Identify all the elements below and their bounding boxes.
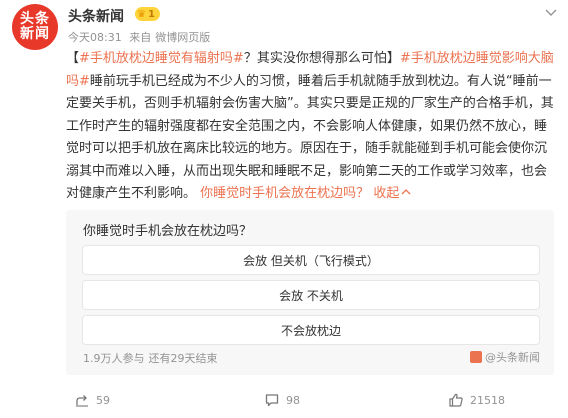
post-body: 睡前玩手机已经成为不少人的习惯，睡着后手机就随手放到枕边。有人说“睡前一定要关手… — [66, 73, 554, 202]
post-time[interactable]: 今天08:31 — [68, 31, 122, 44]
poll-source[interactable]: @头条新闻 — [470, 349, 540, 365]
post-content: 【#手机放枕边睡觉有辐射吗#？其实没你想得那么可怕】#手机放枕边睡觉影响大脑吗#… — [66, 48, 558, 206]
repost-button[interactable]: 59 — [74, 392, 110, 408]
poll-source-name: @头条新闻 — [485, 351, 540, 364]
source-logo-icon — [470, 351, 482, 363]
thumbs-up-icon — [449, 393, 463, 407]
avatar[interactable]: 头条 新闻 — [12, 4, 58, 50]
poll-participants: 1.9万人参与 — [83, 352, 145, 365]
poll-link[interactable]: 你睡觉时手机会放在枕边吗？ — [200, 186, 369, 201]
crown-icon: ♛ — [137, 8, 146, 20]
post-source-prefix: 来自 — [129, 31, 152, 44]
poll-stats: 1.9万人参与 还有29天结束 — [83, 350, 222, 366]
chevron-down-icon[interactable] — [544, 6, 558, 20]
chevron-up-icon — [401, 189, 411, 195]
repost-icon — [76, 395, 88, 407]
bracket-open: 【 — [66, 51, 80, 66]
comment-icon — [265, 394, 279, 407]
avatar-text-line2: 新闻 — [20, 26, 50, 42]
post-source: 微博网页版 — [155, 31, 211, 44]
collapse-label: 收起 — [373, 186, 400, 201]
poll-remaining: 还有29天结束 — [148, 352, 218, 365]
collapse-button[interactable]: 收起 — [373, 186, 411, 201]
poll-card: 你睡觉时手机会放在枕边吗？ 会放 但关机（飞行模式） 会放 不关机 不会放枕边 … — [66, 210, 554, 375]
poll-question: 你睡觉时手机会放在枕边吗？ — [83, 224, 253, 239]
like-button[interactable]: 21518 — [448, 392, 505, 408]
action-bar: 59 98 21518 — [66, 392, 558, 414]
comment-button[interactable]: 98 — [264, 392, 300, 408]
poll-option[interactable]: 会放 但关机（飞行模式） — [82, 245, 540, 275]
post-text: ？其实没你想得那么可怕】 — [243, 51, 400, 66]
member-badge[interactable]: ♛ 1 — [135, 7, 160, 21]
like-count: 21518 — [470, 393, 505, 407]
username[interactable]: 头条新闻 — [68, 6, 124, 26]
repost-count: 59 — [96, 393, 110, 407]
poll-option[interactable]: 不会放枕边 — [82, 315, 540, 345]
badge-level: 1 — [147, 8, 155, 20]
post-meta: 今天08:31 来自 微博网页版 — [68, 29, 214, 45]
comment-count: 98 — [286, 393, 300, 407]
hashtag-link[interactable]: #手机放枕边睡觉有辐射吗# — [79, 51, 244, 66]
avatar-text-line1: 头条 — [20, 11, 50, 27]
poll-option[interactable]: 会放 不关机 — [82, 280, 540, 310]
